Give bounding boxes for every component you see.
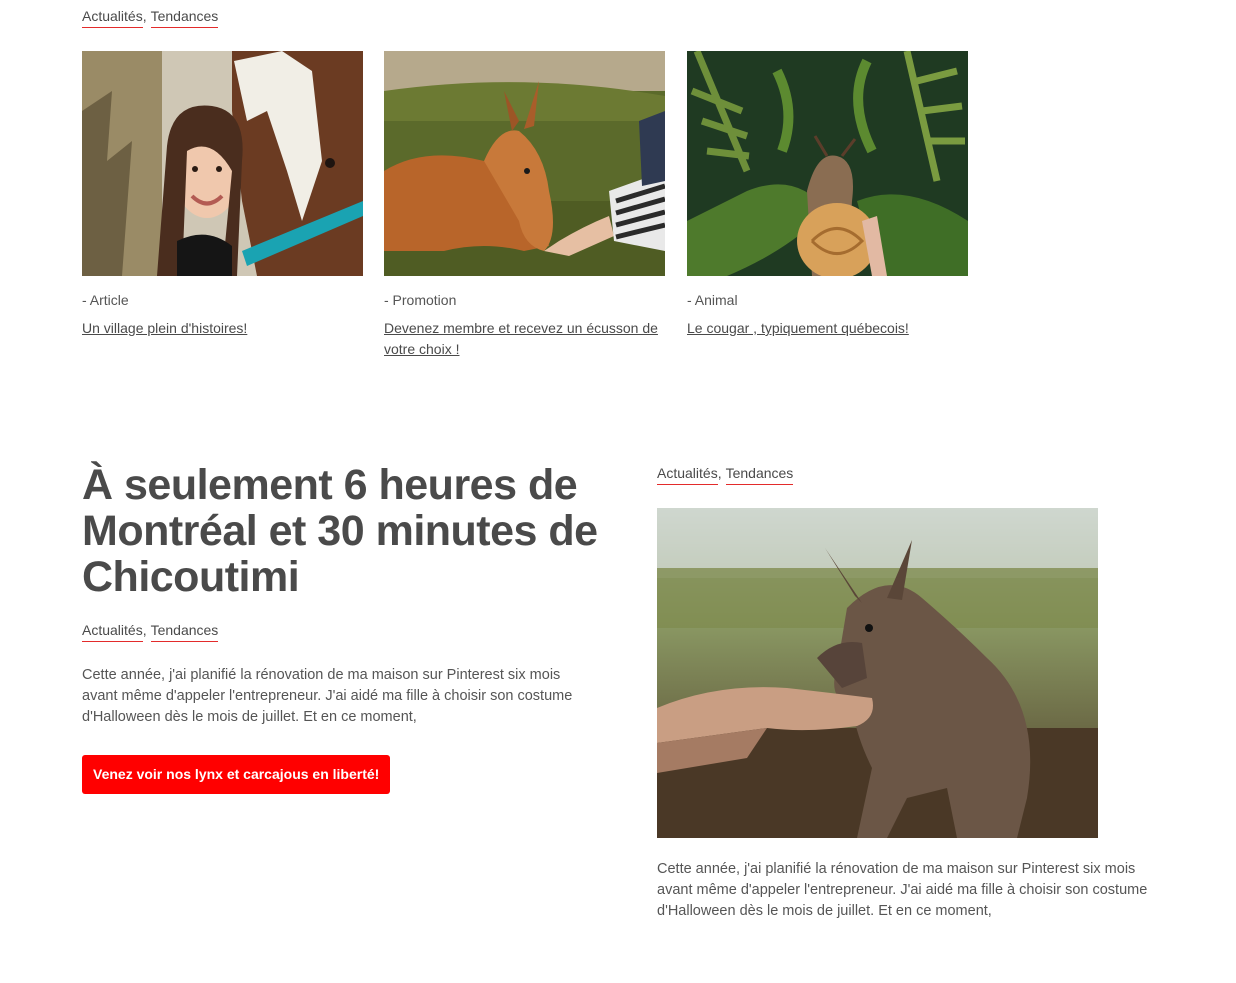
card-category: - Article xyxy=(82,292,129,308)
article-card: - Article Un village plein d'histoires! xyxy=(82,51,363,339)
kangaroo-feeding-photo[interactable] xyxy=(384,51,665,276)
card-title-link[interactable]: Un village plein d'histoires! xyxy=(82,318,363,339)
tag-actualites[interactable]: Actualités xyxy=(82,621,143,642)
tag-tendances[interactable]: Tendances xyxy=(725,464,794,485)
feature-headline: À seulement 6 heures de Montréal et 30 m… xyxy=(82,461,598,601)
promotion-card: - Promotion Devenez membre et recevez un… xyxy=(384,51,665,360)
tag-tendances[interactable]: Tendances xyxy=(150,7,219,28)
tag-separator: , xyxy=(142,622,147,638)
tag-actualites[interactable]: Actualités xyxy=(82,7,143,28)
feature-tags: Actualités, Tendances xyxy=(82,621,219,642)
page: Actualités, Tendances - Article Un villag… xyxy=(0,0,1236,983)
wallaby-feeding-photo[interactable] xyxy=(657,508,1098,838)
tag-actualites[interactable]: Actualités xyxy=(657,464,718,485)
side-body: Cette année, j'ai planifié la rénovation… xyxy=(657,861,1148,919)
feature-body: Cette année, j'ai planifié la rénovation… xyxy=(82,667,573,725)
snail-on-fern-photo[interactable] xyxy=(687,51,968,276)
lynx-carcajou-cta-button[interactable]: Venez voir nos lynx et carcajous en libe… xyxy=(82,755,391,794)
card-title-link[interactable]: Devenez membre et recevez un écusson de … xyxy=(384,318,665,360)
side-tags: Actualités, Tendances xyxy=(657,464,794,485)
card-category: - Promotion xyxy=(384,292,457,308)
tag-separator: , xyxy=(142,8,147,24)
card-title-link[interactable]: Le cougar , typiquement québecois! xyxy=(687,318,968,339)
animal-card: - Animal Le cougar , typiquement québeco… xyxy=(687,51,968,339)
tag-tendances[interactable]: Tendances xyxy=(150,621,219,642)
tag-separator: , xyxy=(717,465,722,481)
top-tags: Actualités, Tendances xyxy=(82,7,219,28)
card-category: - Animal xyxy=(687,292,738,308)
girl-with-horse-photo[interactable] xyxy=(82,51,363,276)
